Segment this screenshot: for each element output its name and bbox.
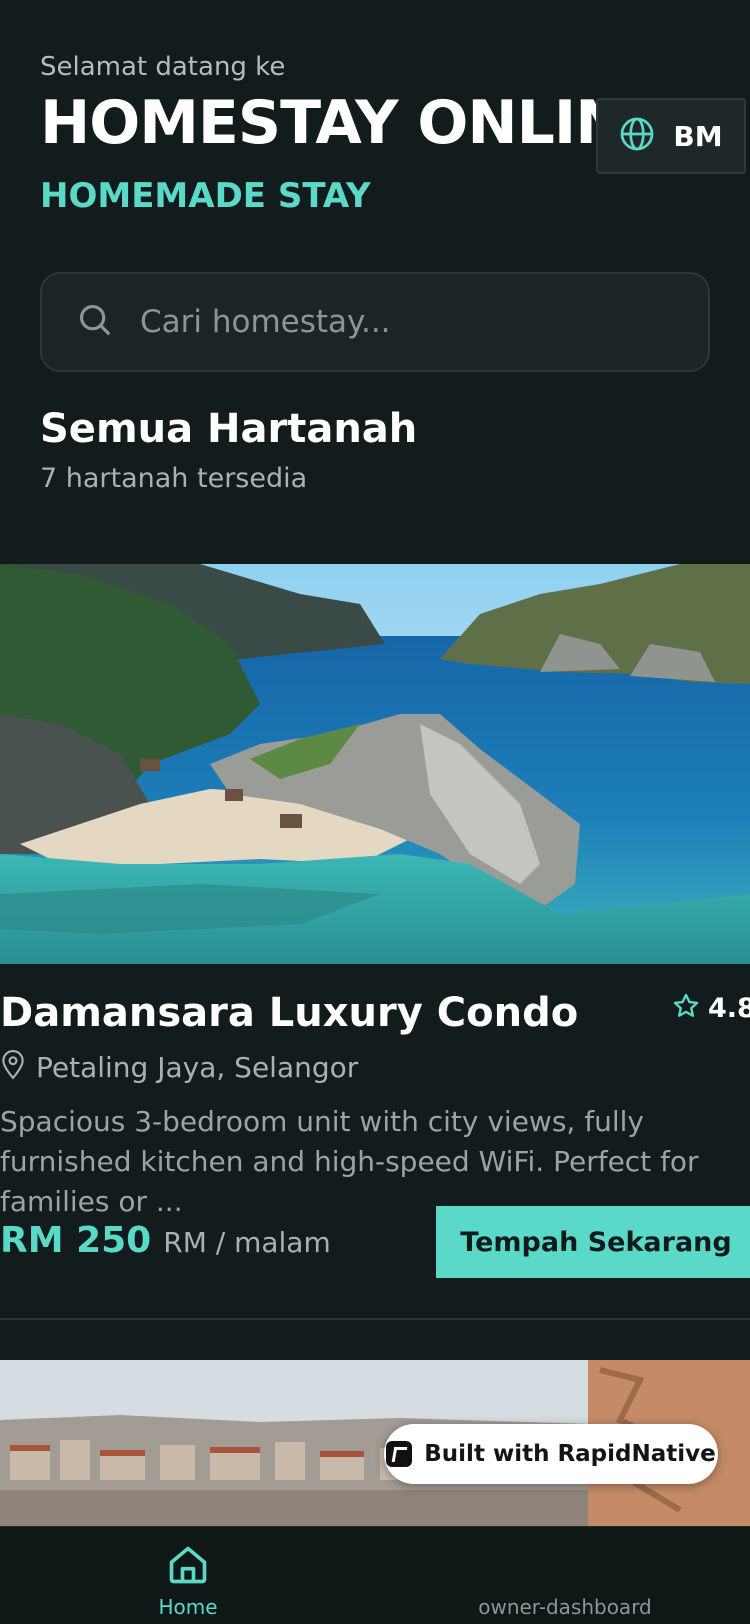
property-image[interactable] [0, 564, 750, 964]
property-name[interactable]: Damansara Luxury Condo [0, 990, 578, 1036]
search-bar[interactable] [40, 272, 710, 372]
tab-owner-label: owner-dashboard [478, 1595, 652, 1619]
price-unit: RM / malam [163, 1226, 331, 1259]
tab-owner-dashboard[interactable]: owner-dashboard [440, 1527, 690, 1624]
property-count: 7 hartanah tersedia [40, 463, 308, 494]
card-divider [0, 1318, 750, 1320]
app-subtitle: HOMEMADE STAY [40, 176, 371, 216]
globe-icon [619, 116, 655, 156]
property-description: Spacious 3-bedroom unit with city views,… [0, 1105, 699, 1218]
bottom-tab-bar: Home owner-dashboard [0, 1526, 750, 1624]
star-icon [672, 992, 700, 1024]
home-icon [166, 1543, 210, 1591]
tab-home-label: Home [158, 1595, 218, 1619]
property-location: Petaling Jaya, Selangor [0, 1050, 358, 1084]
rating-value: 4.8 [708, 992, 750, 1024]
search-input[interactable] [140, 304, 640, 340]
language-switch-button[interactable]: BM [596, 98, 746, 174]
language-label: BM [673, 119, 723, 153]
greeting-text: Selamat datang ke [40, 52, 286, 82]
location-text: Petaling Jaya, Selangor [36, 1050, 359, 1084]
book-now-button[interactable]: Tempah Sekarang [436, 1206, 750, 1278]
price-value: RM 250 [0, 1220, 152, 1261]
tab-home[interactable]: Home [138, 1527, 238, 1624]
app-title: HOMESTAY ONLINE [40, 88, 665, 158]
price-row: RM 250 RM / malam [0, 1220, 331, 1261]
property-rating: 4.8 [672, 992, 750, 1024]
search-icon [76, 301, 114, 343]
section-title: Semua Hartanah [40, 406, 418, 452]
map-pin-icon [0, 1050, 26, 1084]
badge-label: Built with RapidNative [424, 1441, 716, 1467]
rapidnative-logo-icon [386, 1441, 413, 1467]
built-with-badge[interactable]: Built with RapidNative [384, 1424, 718, 1484]
